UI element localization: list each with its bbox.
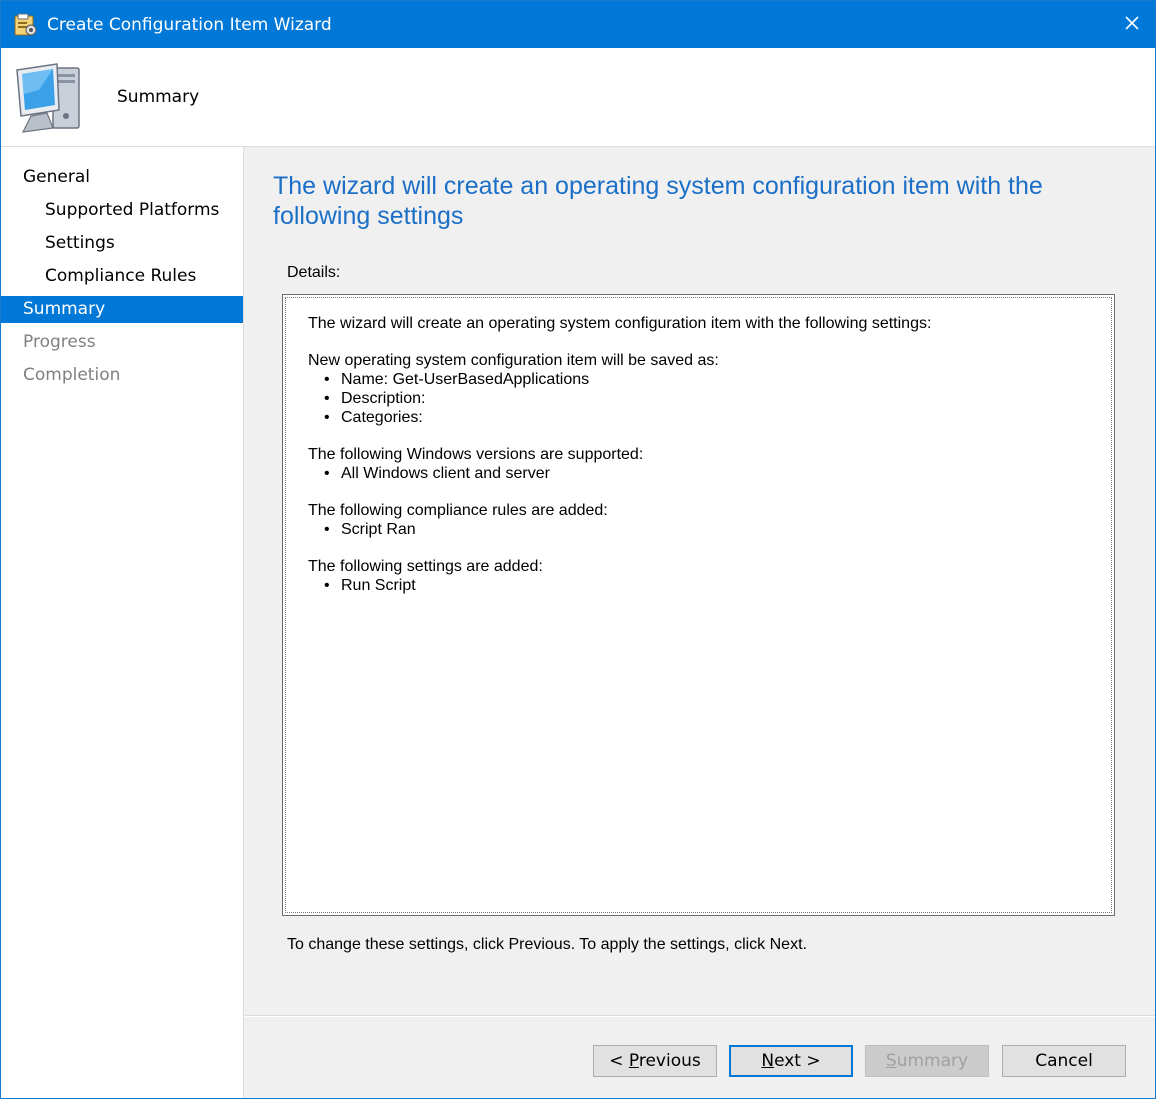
details-section-title: The following compliance rules are added… <box>308 502 608 519</box>
step-summary[interactable]: Summary <box>1 296 243 323</box>
close-button[interactable] <box>1109 1 1155 48</box>
details-bullet-item: Description: <box>308 389 1101 408</box>
details-section-windows-versions: The following Windows versions are suppo… <box>308 445 1101 483</box>
details-section-title: The following settings are added: <box>308 558 543 575</box>
summary-button: Summary <box>865 1045 989 1077</box>
details-intro: The wizard will create an operating syst… <box>308 315 932 332</box>
details-text: The wizard will create an operating syst… <box>308 314 1101 613</box>
wizard-content: The wizard will create an operating syst… <box>245 147 1155 1098</box>
previous-button-mnemonic: P <box>628 1051 639 1071</box>
details-bullet-item: Script Ran <box>308 520 1101 539</box>
computer-icon <box>13 60 97 140</box>
details-intro-section: The wizard will create an operating syst… <box>308 314 1101 333</box>
close-icon <box>1124 15 1140 35</box>
step-progress: Progress <box>23 332 96 352</box>
details-section-settings: The following settings are added: Run Sc… <box>308 557 1101 595</box>
step-completion: Completion <box>23 365 121 385</box>
details-bullet-list: Run Script <box>308 576 1101 595</box>
details-bullet-item: Run Script <box>308 576 1101 595</box>
details-bullet-list: All Windows client and server <box>308 464 1101 483</box>
details-bullet-item: Name: Get-UserBasedApplications <box>308 370 1101 389</box>
step-supported-platforms[interactable]: Supported Platforms <box>1 197 243 224</box>
next-button[interactable]: Next > <box>729 1045 853 1077</box>
step-general[interactable]: General <box>1 164 243 191</box>
details-bullet-item: Categories: <box>308 408 1101 427</box>
details-focus-border: The wizard will create an operating syst… <box>285 297 1112 913</box>
summary-button-mnemonic: S <box>885 1051 897 1071</box>
configuration-item-icon <box>13 13 37 37</box>
summary-heading: The wizard will create an operating syst… <box>273 172 1043 230</box>
summary-button-suffix: ummary <box>896 1051 969 1071</box>
title-bar: Create Configuration Item Wizard <box>1 1 1155 48</box>
window-title: Create Configuration Item Wizard <box>47 15 332 35</box>
button-separator <box>245 1015 1155 1017</box>
page-title: Summary <box>117 87 200 107</box>
cancel-button[interactable]: Cancel <box>1002 1045 1126 1077</box>
details-section-compliance-rules: The following compliance rules are added… <box>308 501 1101 539</box>
details-section-title: New operating system configuration item … <box>308 352 719 369</box>
details-textbox[interactable]: The wizard will create an operating syst… <box>282 294 1115 916</box>
next-button-suffix: ext > <box>774 1051 821 1071</box>
details-section-saved-as: New operating system configuration item … <box>308 351 1101 427</box>
details-bullet-list: Script Ran <box>308 520 1101 539</box>
wizard-header: Summary <box>1 48 1155 147</box>
next-button-mnemonic: N <box>761 1051 775 1071</box>
wizard-window: Create Configuration Item Wizard Summary… <box>0 0 1156 1099</box>
details-section-title: The following Windows versions are suppo… <box>308 446 644 463</box>
step-settings[interactable]: Settings <box>1 230 243 257</box>
details-bullet-list: Name: Get-UserBasedApplications Descript… <box>308 370 1101 427</box>
step-compliance-rules[interactable]: Compliance Rules <box>1 263 243 290</box>
navigation-hint: To change these settings, click Previous… <box>287 936 807 953</box>
wizard-steps-sidebar: General Supported Platforms Settings Com… <box>1 147 244 1098</box>
details-label: Details: <box>287 264 341 281</box>
previous-button-suffix: revious <box>638 1051 701 1071</box>
previous-button[interactable]: < Previous <box>593 1045 717 1077</box>
previous-button-prefix: < <box>609 1051 629 1071</box>
details-bullet-item: All Windows client and server <box>308 464 1101 483</box>
